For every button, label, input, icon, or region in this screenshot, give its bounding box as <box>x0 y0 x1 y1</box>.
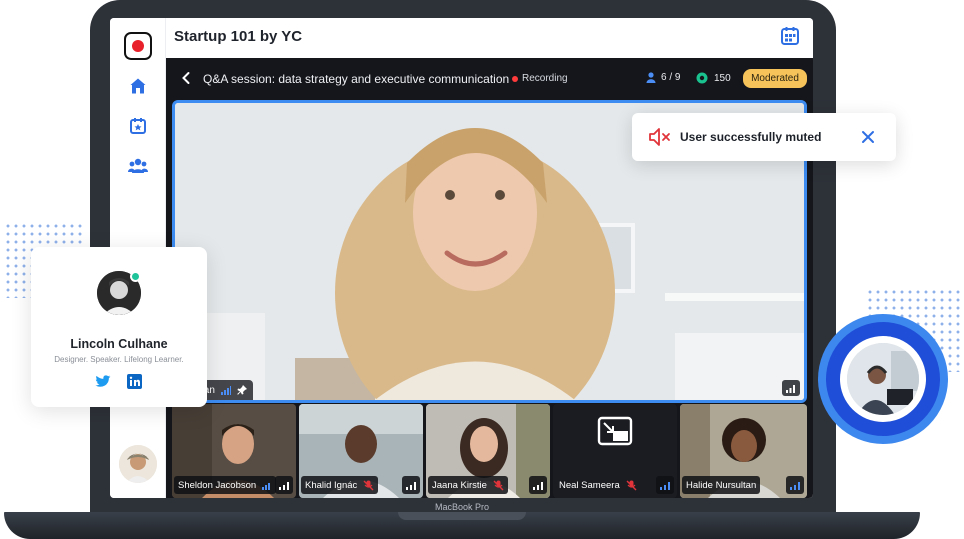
chevron-left-icon[interactable] <box>178 70 194 86</box>
mic-off-icon <box>626 480 637 490</box>
users-icon[interactable] <box>126 154 150 178</box>
participant-count: 6 / 9 <box>646 72 680 83</box>
participant-name: Jaana Kirstie <box>432 479 487 491</box>
session-title: Q&A session: data strategy and executive… <box>203 72 510 86</box>
app-screen: Startup 101 by YC Q&A session: data stra… <box>110 18 813 498</box>
mic-off-icon <box>363 480 374 490</box>
recording-indicator: Recording <box>512 73 568 84</box>
signal-icon <box>275 476 293 494</box>
recording-dot-icon <box>512 75 518 82</box>
status-badge: Moderated <box>743 69 807 88</box>
viewer-count: 150 <box>696 72 731 84</box>
signal-icon <box>402 476 420 494</box>
user-avatar[interactable] <box>119 445 157 483</box>
online-status-dot <box>130 271 141 282</box>
participant-tile[interactable]: Sheldon Jacobson <box>172 404 296 498</box>
profile-bio: Designer. Speaker. Lifelong Learner. <box>54 355 184 364</box>
participant-name: Khalid Ignác <box>305 479 358 491</box>
call-avatar[interactable] <box>847 343 919 415</box>
tile-name-tag: Jaana Kirstie <box>428 476 508 494</box>
calendar-icon[interactable] <box>780 26 800 46</box>
home-icon[interactable] <box>126 74 150 98</box>
pin-icon[interactable] <box>237 385 247 395</box>
laptop-notch <box>398 512 526 520</box>
participant-tile[interactable]: Neal Sameera <box>553 404 677 498</box>
record-icon[interactable] <box>124 32 152 60</box>
recording-label: Recording <box>522 73 568 84</box>
participant-tile[interactable]: Khalid Ignác <box>299 404 423 498</box>
profile-card: Lincoln Culhane Designer. Speaker. Lifel… <box>31 247 207 407</box>
tile-name-tag: Neal Sameera <box>555 476 641 494</box>
top-bar: Startup 101 by YC <box>166 18 813 58</box>
page-title: Startup 101 by YC <box>174 28 303 45</box>
device-label: MacBook Pro <box>434 502 490 512</box>
signal-icon <box>262 482 271 490</box>
signal-icon <box>786 476 804 494</box>
twitter-icon[interactable] <box>95 375 111 389</box>
participant-tile[interactable]: Halide Nursultan <box>680 404 807 498</box>
signal-icon <box>782 380 800 396</box>
session-header: Q&A session: data strategy and executive… <box>166 58 813 98</box>
calendar-star-icon[interactable] <box>126 114 150 138</box>
tile-name-tag: Sheldon Jacobson <box>174 476 277 494</box>
signal-icon <box>529 476 547 494</box>
marketing-scene: MacBook Pro Startup 101 by YC Q&A sessio… <box>0 0 964 539</box>
eye-icon <box>696 72 708 84</box>
mic-off-icon <box>493 480 504 490</box>
participant-name: Neal Sameera <box>559 479 620 491</box>
signal-icon <box>220 385 231 395</box>
participant-count-value: 6 / 9 <box>661 72 681 83</box>
signal-icon <box>656 476 674 494</box>
linkedin-icon[interactable] <box>127 374 142 389</box>
participant-tile[interactable]: Jaana Kirstie <box>426 404 550 498</box>
person-icon <box>646 72 656 83</box>
tile-name-tag: Khalid Ignác <box>301 476 379 494</box>
tile-name-tag: Halide Nursultan <box>682 476 761 494</box>
profile-name: Lincoln Culhane <box>70 337 168 351</box>
speaker-muted-icon <box>649 128 670 146</box>
participant-name: Sheldon Jacobson <box>178 479 257 491</box>
participant-name: Halide Nursultan <box>686 479 757 491</box>
participant-tiles: Sheldon Jacobson Khalid Ignác Jaana Kirs… <box>172 404 807 498</box>
toast-notification: User successfully muted <box>632 113 896 161</box>
close-icon[interactable] <box>861 130 875 144</box>
viewer-count-value: 150 <box>714 72 731 84</box>
toast-message: User successfully muted <box>680 130 822 144</box>
